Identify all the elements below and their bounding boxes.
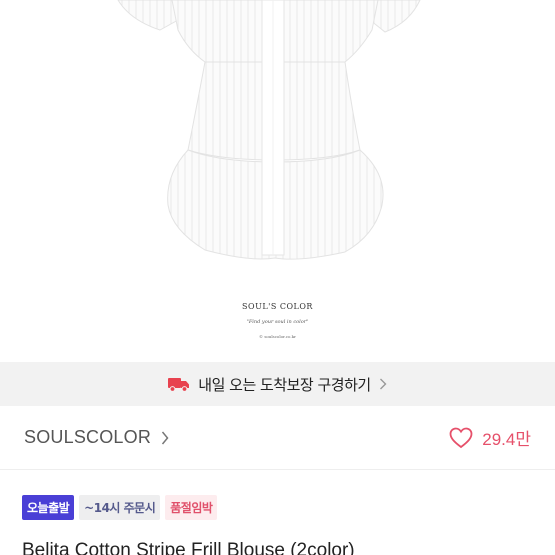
brand-logo-text: SOUL'S COLOR [242,302,313,311]
delivery-guarantee-banner[interactable]: 내일 오는 도착보장 구경하기 [0,362,555,406]
chevron-right-icon [379,378,387,390]
truck-icon [168,378,190,392]
delivery-banner-text: 내일 오는 도착보장 구경하기 [198,375,371,394]
product-image[interactable]: SOUL'S COLOR "Find your soul in color" ©… [0,0,555,362]
like-count: 29.4만 [482,430,531,449]
tag-same-day-shipping: 오늘출발 [22,495,75,520]
heart-icon [449,427,473,448]
brand-slogan: "Find your soul in color" [246,319,309,325]
shop-info-row: SOULSCOLOR 29.4만 [0,406,555,470]
like-button[interactable]: 29.4만 [449,425,531,450]
tag-order-cutoff: ~14시 주문시 [79,495,161,520]
product-title: Belita Cotton Stripe Frill Blouse (2colo… [22,540,355,555]
brand-site: © soulscolor.co.kr [259,334,296,339]
shop-link[interactable]: SOULSCOLOR [24,427,169,448]
tag-almost-sold-out: 품절임박 [165,495,218,520]
shipping-tags: 오늘출발 ~14시 주문시 품절임박 [22,495,218,520]
chevron-right-icon [161,431,169,444]
shop-name: SOULSCOLOR [24,427,152,447]
